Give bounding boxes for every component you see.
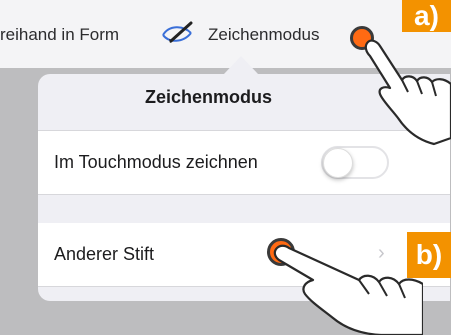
pen-eye-icon bbox=[161, 21, 197, 45]
pointing-hand-icon bbox=[364, 39, 451, 146]
row-label: Anderer Stift bbox=[54, 244, 155, 264]
freehand-in-form-button[interactable]: reihand in Form bbox=[0, 25, 119, 45]
pointing-hand-icon bbox=[273, 244, 423, 335]
popover-arrow bbox=[224, 56, 258, 74]
zeichenmodus-button[interactable]: Zeichenmodus bbox=[208, 25, 320, 45]
touch-mode-toggle[interactable] bbox=[321, 146, 389, 179]
toggle-knob bbox=[323, 148, 353, 178]
divider bbox=[38, 194, 450, 195]
annotation-badge-a: a) bbox=[402, 0, 451, 32]
row-label: Im Touchmodus zeichnen bbox=[54, 152, 258, 172]
